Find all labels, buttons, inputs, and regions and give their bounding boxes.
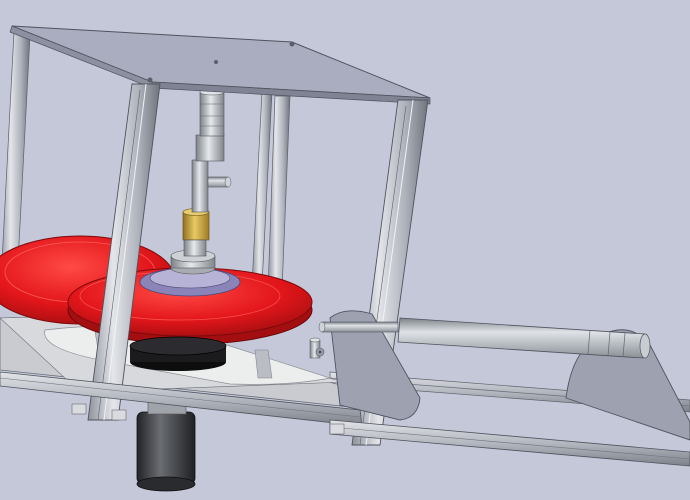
gear-icon — [315, 347, 325, 357]
black-puck — [129, 336, 227, 371]
drive-motor — [136, 393, 196, 492]
spindle-stack — [170, 88, 232, 275]
cad-model-render[interactable] — [0, 0, 690, 500]
cad-viewport[interactable] — [0, 0, 690, 500]
